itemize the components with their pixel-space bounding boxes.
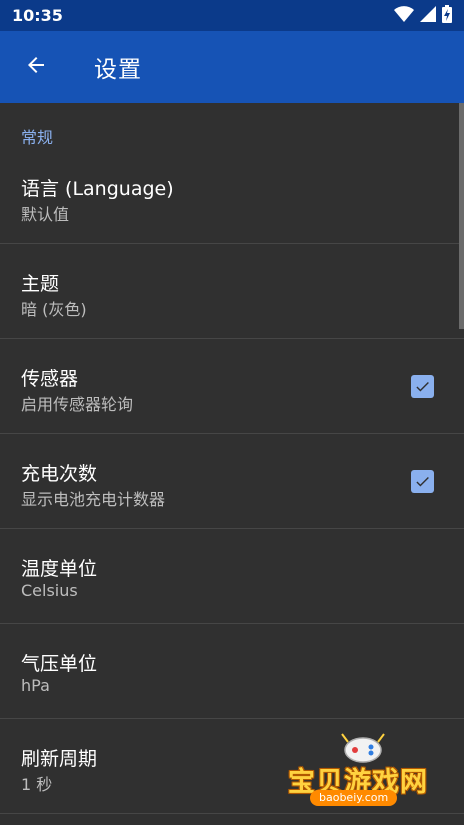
status-time: 10:35 bbox=[12, 6, 63, 25]
pref-summary: 启用传感器轮询 bbox=[21, 395, 134, 414]
pref-title: 充电次数 bbox=[21, 463, 98, 485]
pref-title: 语言 (Language) bbox=[21, 178, 174, 200]
app-toolbar: 设置 bbox=[0, 31, 464, 103]
pref-summary: 默认值 bbox=[21, 205, 70, 224]
wifi-icon bbox=[394, 5, 414, 26]
pref-sensors[interactable]: 传感器 启用传感器轮询 bbox=[0, 339, 464, 434]
pref-title: 传感器 bbox=[21, 368, 79, 390]
checkmark-icon bbox=[416, 381, 429, 392]
pref-summary: hPa bbox=[21, 676, 50, 695]
battery-charging-icon bbox=[442, 4, 452, 27]
scrollbar[interactable] bbox=[459, 103, 464, 329]
pref-charge-count[interactable]: 充电次数 显示电池充电计数器 bbox=[0, 434, 464, 529]
watermark-url: baobeiy.com bbox=[310, 790, 398, 806]
charge-count-checkbox[interactable] bbox=[411, 470, 434, 493]
pref-summary: 1 秒 bbox=[21, 775, 53, 794]
sensors-checkbox[interactable] bbox=[411, 375, 434, 398]
pref-title: 气压单位 bbox=[21, 653, 98, 675]
signal-icon bbox=[420, 5, 436, 26]
pref-pressure-unit[interactable]: 气压单位 hPa bbox=[0, 624, 464, 719]
page-title: 设置 bbox=[94, 57, 142, 83]
pref-language[interactable]: 语言 (Language) 默认值 bbox=[0, 149, 464, 244]
pref-title: 主题 bbox=[21, 273, 60, 295]
settings-list: 常规 语言 (Language) 默认值 主题 暗 (灰色) 传感器 启用传感器… bbox=[0, 103, 464, 825]
watermark-logo: 宝贝游戏网 baobeiy.com bbox=[288, 730, 438, 815]
pref-title: 刷新周期 bbox=[21, 748, 98, 770]
arrow-left-icon bbox=[24, 53, 48, 81]
status-icons bbox=[394, 4, 452, 27]
pref-title: 温度单位 bbox=[21, 558, 98, 580]
pref-summary: 显示电池充电计数器 bbox=[21, 490, 166, 509]
section-header-general: 常规 bbox=[21, 128, 54, 147]
checkmark-icon bbox=[416, 476, 429, 487]
pref-summary: Celsius bbox=[21, 581, 78, 600]
status-bar: 10:35 bbox=[0, 0, 464, 31]
pref-summary: 暗 (灰色) bbox=[21, 300, 87, 319]
pref-theme[interactable]: 主题 暗 (灰色) bbox=[0, 244, 464, 339]
back-button[interactable] bbox=[0, 31, 72, 103]
pref-temperature-unit[interactable]: 温度单位 Celsius bbox=[0, 529, 464, 624]
